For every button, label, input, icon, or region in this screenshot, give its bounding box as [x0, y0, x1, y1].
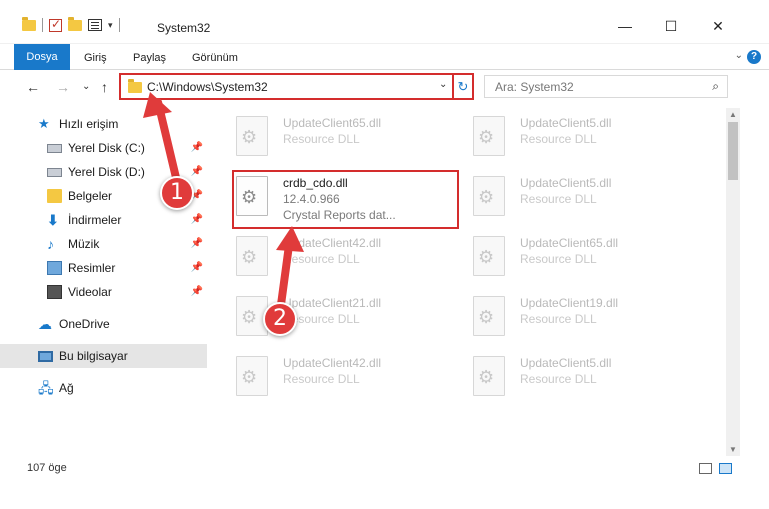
step-1-badge: 1	[160, 176, 194, 210]
arrow-2-head	[276, 226, 304, 252]
step-2-badge: 2	[263, 302, 297, 336]
arrow-1-shaft	[154, 98, 182, 190]
annotation-arrows	[143, 92, 304, 316]
arrow-1-head	[143, 92, 172, 118]
